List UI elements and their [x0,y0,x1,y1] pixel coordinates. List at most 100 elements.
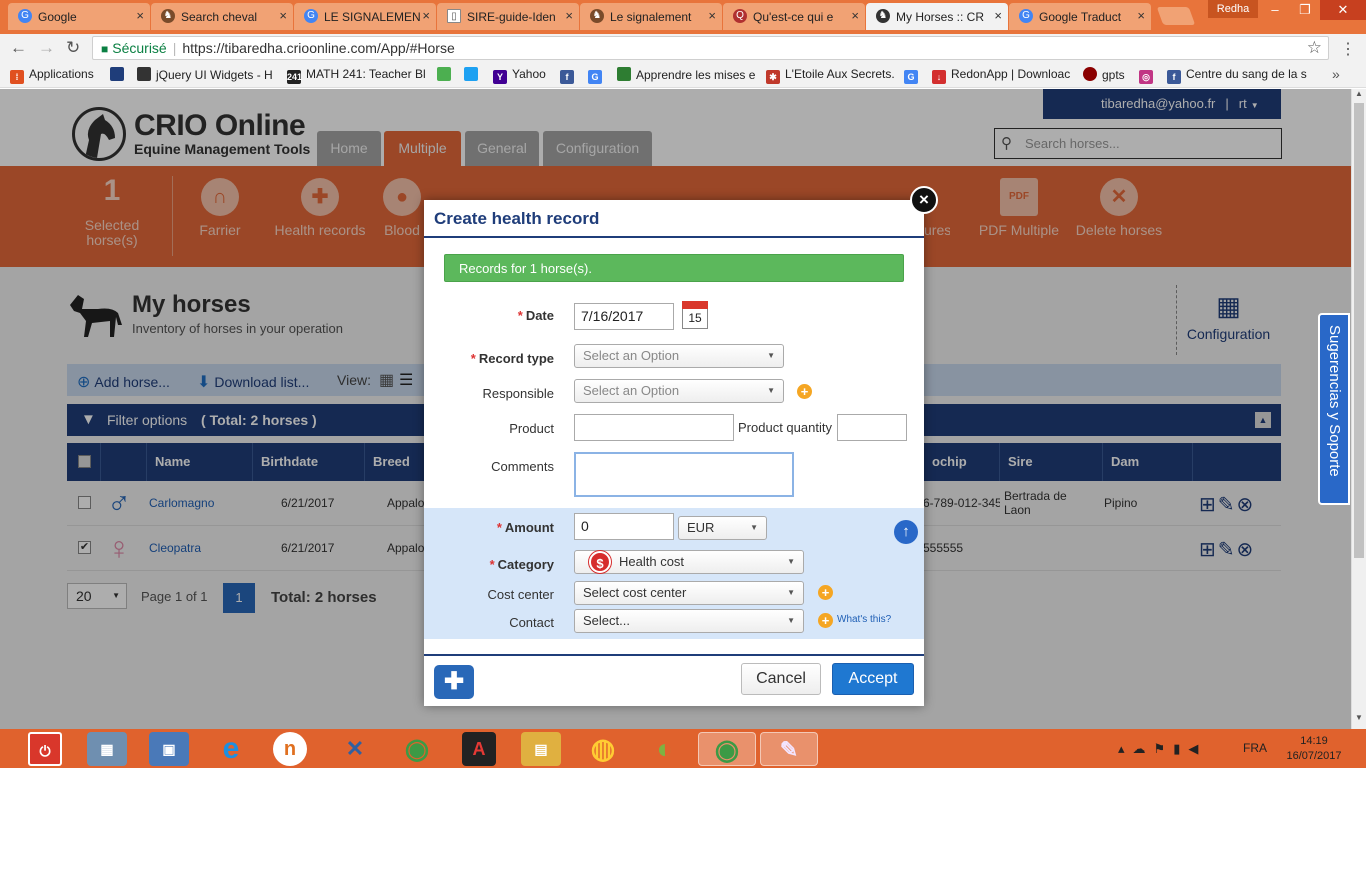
contact-select[interactable]: Select... ▼ [574,609,804,633]
chevron-down-icon: ▼ [767,386,775,395]
bookmarks-more-icon[interactable]: » [1332,66,1340,82]
internet-explorer-icon[interactable]: e [211,732,251,766]
language-indicator[interactable]: FRA [1243,741,1267,755]
cloud-icon[interactable]: ☁ [1133,741,1154,756]
scroll-up-icon[interactable]: ▲ [1355,89,1363,98]
bookmark-item[interactable] [464,67,483,82]
bookmark-item[interactable]: Apprendre les mises e [617,67,755,82]
battery-icon[interactable]: ▮ [1173,741,1188,756]
bookmark-star-icon[interactable]: ☆ [1307,37,1322,59]
control-panel-icon[interactable]: ▣ [149,732,189,766]
profile-button[interactable]: Redha [1208,0,1258,18]
comments-textarea[interactable] [574,452,794,497]
paint-icon[interactable]: ✎ [760,732,818,766]
tab-favicon-icon: ♞ [590,9,604,23]
url-text: https://tibaredha.crioonline.com/App/#Ho… [182,40,455,56]
dialog-footer-divider [424,654,924,656]
bookmark-item[interactable] [437,67,456,82]
tab-close-icon[interactable]: × [994,8,1002,23]
browser-menu-icon[interactable]: ⋮ [1340,39,1356,59]
tab-close-icon[interactable]: × [422,8,430,23]
browser-tab[interactable]: G Google Traduct × [1009,3,1151,30]
records-alert: Records for 1 horse(s). [444,254,904,282]
record-type-select[interactable]: Select an Option ▼ [574,344,784,368]
bookmark-item[interactable] [110,67,129,82]
add-contact-icon[interactable]: + [818,613,833,628]
category-label: * Category [489,557,554,572]
bookmark-item[interactable]: 241 MATH 241: Teacher Bl [287,67,426,84]
bookmark-item[interactable]: f Centre du sang de la s [1167,67,1307,84]
back-icon[interactable]: ← [10,38,27,58]
scroll-down-icon[interactable]: ▼ [1355,713,1363,722]
tray-expand-icon[interactable]: ▴ [1118,741,1133,756]
browser-tab[interactable]: ▯ SIRE-guide-Iden × [437,3,579,30]
forward-icon[interactable]: → [38,38,55,58]
browser-tab[interactable]: G LE SIGNALEMEN × [294,3,436,30]
product-input[interactable] [574,414,734,441]
tab-close-icon[interactable]: × [279,8,287,23]
browser-tab-active[interactable]: ♞ My Horses :: CR × [866,3,1008,30]
bookmark-item[interactable]: ✱ L'Etoile Aux Secrets. [766,67,895,84]
maximize-icon[interactable]: ❐ [1290,0,1320,20]
bookmark-item[interactable]: ↓ RedonApp | Downloac [932,67,1070,84]
url-input[interactable]: ■ Sécurisé | https://tibaredha.crioonline.c… [92,36,1329,60]
accept-button[interactable]: Accept [832,663,914,695]
reload-icon[interactable]: ↻ [66,38,80,58]
responsible-select[interactable]: Select an Option ▼ [574,379,784,403]
whats-this-link[interactable]: What's this? [837,614,891,625]
chrome-active-icon[interactable]: ◉ [698,732,756,766]
new-tab-button[interactable] [1156,7,1196,25]
chrome-icon[interactable]: ◉ [397,732,437,766]
system-tray[interactable]: ▴☁⚑▮◀ [1118,741,1206,757]
app-n-icon[interactable]: n [273,732,307,766]
firefox-icon[interactable]: ◍ [583,732,623,766]
page-scrollbar[interactable]: ▲ ▼ [1351,89,1366,729]
flag-icon[interactable]: ⚑ [1154,741,1174,756]
bookmark-item[interactable]: G [588,67,607,84]
bookmark-item[interactable]: gpts [1083,67,1125,82]
browser-tab[interactable]: ♞ Search cheval × [151,3,293,30]
support-label: Sugerencias y Soporte [1326,325,1343,477]
bookmark-favicon-icon: 241 [287,70,303,84]
add-responsible-icon[interactable]: + [797,384,812,399]
tab-close-icon[interactable]: × [708,8,716,23]
minimize-icon[interactable]: – [1260,0,1290,20]
cost-center-select[interactable]: Select cost center ▼ [574,581,804,605]
tools-icon[interactable]: ✕ [335,732,375,766]
browser-tab[interactable]: ♞ Le signalement × [580,3,722,30]
add-cost-center-icon[interactable]: + [818,585,833,600]
app-green-icon[interactable]: ◐ [645,732,685,766]
tab-favicon-icon: ♞ [876,9,890,23]
pdf-reader-icon[interactable]: A [462,732,496,766]
calculator-icon[interactable]: ▦ [87,732,127,766]
window-close-icon[interactable]: ✕ [1320,0,1366,20]
currency-select[interactable]: EUR ▼ [678,516,767,540]
scrollbar-thumb[interactable] [1354,103,1364,558]
date-input[interactable]: 7/16/2017 [574,303,674,330]
bookmark-item[interactable]: jQuery UI Widgets - H [137,67,273,82]
cancel-button[interactable]: Cancel [741,663,821,695]
calendar-icon[interactable]: 15 [682,301,708,329]
bookmark-item[interactable]: G [904,67,923,84]
power-icon[interactable]: ⏻ [28,732,62,766]
browser-tab[interactable]: G Google × [8,3,150,30]
bookmark-item[interactable]: f [560,67,579,84]
amount-input[interactable]: 0 [574,513,674,540]
tab-close-icon[interactable]: × [1137,8,1145,23]
tab-close-icon[interactable]: × [565,8,573,23]
tab-close-icon[interactable]: × [136,8,144,23]
category-select[interactable]: $ Health cost ▼ [574,550,804,574]
volume-icon[interactable]: ◀ [1188,741,1206,756]
browser-tab[interactable]: Q Qu'est-ce qui e × [723,3,865,30]
bookmark-item[interactable]: ◎ [1139,67,1158,84]
tab-close-icon[interactable]: × [851,8,859,23]
product-quantity-input[interactable] [837,414,907,441]
clock[interactable]: 14:19 16/07/2017 [1282,734,1346,764]
dialog-close-icon[interactable]: × [910,186,938,214]
bookmark-item[interactable]: Y Yahoo [493,67,546,84]
bookmark-item[interactable]: ⁞ Applications [10,67,94,84]
arrow-up-icon[interactable]: ↑ [894,520,918,544]
file-explorer-icon[interactable]: ▤ [521,732,561,766]
support-tab[interactable]: Sugerencias y Soporte [1318,313,1350,505]
chevron-down-icon: ▼ [750,523,758,532]
